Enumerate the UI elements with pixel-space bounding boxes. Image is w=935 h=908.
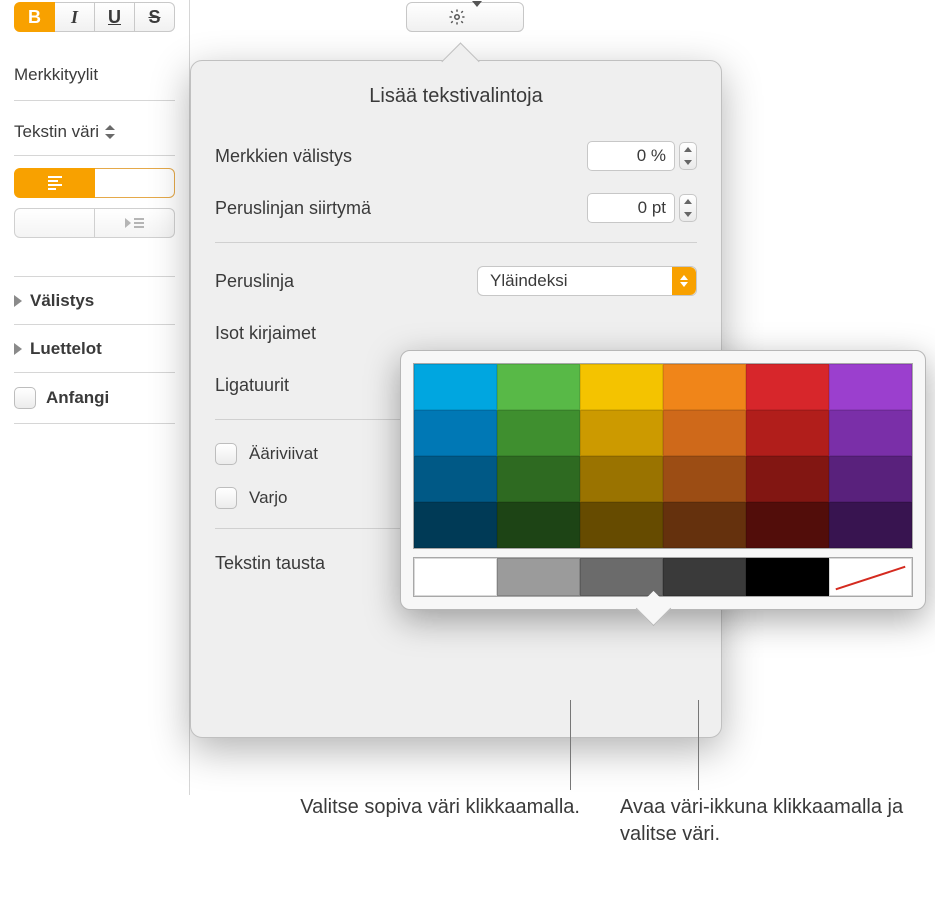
callout-right: Avaa väri-ikkuna klikkaamalla ja valitse… bbox=[620, 794, 920, 848]
underline-button[interactable]: U bbox=[95, 2, 135, 32]
character-spacing-row: Merkkien välistys 0 % bbox=[215, 130, 697, 182]
color-swatch[interactable] bbox=[746, 410, 829, 456]
color-swatch[interactable] bbox=[580, 410, 663, 456]
divider bbox=[14, 100, 175, 101]
shadow-checkbox[interactable] bbox=[215, 487, 237, 509]
callout-leader-line bbox=[698, 700, 699, 790]
color-swatch[interactable] bbox=[663, 558, 746, 596]
color-swatch[interactable] bbox=[829, 410, 912, 456]
updown-caret-icon bbox=[672, 267, 696, 295]
color-swatch[interactable] bbox=[497, 410, 580, 456]
ligatures-label: Ligatuurit bbox=[215, 375, 289, 396]
color-swatch[interactable] bbox=[746, 364, 829, 410]
color-swatch[interactable] bbox=[497, 558, 580, 596]
baseline-shift-field: 0 pt bbox=[587, 193, 697, 223]
alignment-segmented bbox=[14, 168, 175, 198]
outlines-checkbox[interactable] bbox=[215, 443, 237, 465]
color-swatch[interactable] bbox=[414, 410, 497, 456]
disclosure-triangle-icon bbox=[14, 343, 22, 355]
capitalization-label: Isot kirjaimet bbox=[215, 323, 316, 344]
baseline-shift-stepper[interactable] bbox=[679, 194, 697, 222]
text-background-label: Tekstin tausta bbox=[215, 553, 325, 574]
baseline-shift-input[interactable]: 0 pt bbox=[587, 193, 675, 223]
character-spacing-stepper[interactable] bbox=[679, 142, 697, 170]
align-left-icon bbox=[48, 176, 62, 190]
color-swatch[interactable] bbox=[746, 456, 829, 502]
color-swatch[interactable] bbox=[829, 502, 912, 548]
color-swatch[interactable] bbox=[580, 456, 663, 502]
color-grid bbox=[413, 363, 913, 549]
strikethrough-button[interactable]: S bbox=[135, 2, 175, 32]
spacing-label: Välistys bbox=[30, 291, 94, 311]
baseline-select[interactable]: Yläindeksi bbox=[477, 266, 697, 296]
underline-glyph: U bbox=[108, 7, 121, 28]
align-left-button[interactable] bbox=[14, 168, 95, 198]
text-color-row[interactable]: Tekstin väri bbox=[14, 113, 175, 151]
italic-glyph: I bbox=[71, 7, 78, 28]
text-color-label: Tekstin väri bbox=[14, 122, 99, 142]
dropcap-row: Anfangi bbox=[14, 372, 175, 424]
chevron-down-icon bbox=[472, 7, 482, 27]
color-swatch[interactable] bbox=[497, 456, 580, 502]
indent-icon bbox=[125, 218, 144, 228]
baseline-select-value: Yläindeksi bbox=[490, 271, 568, 291]
italic-button[interactable]: I bbox=[55, 2, 95, 32]
dropcap-label: Anfangi bbox=[46, 388, 109, 408]
character-styles-row[interactable]: Merkkityylit bbox=[14, 54, 175, 96]
character-spacing-label: Merkkien välistys bbox=[215, 146, 352, 167]
divider bbox=[14, 155, 175, 156]
format-sidebar: B I U S Merkkityylit Tekstin väri Välist… bbox=[0, 0, 190, 795]
indent-button[interactable] bbox=[95, 208, 175, 238]
gear-icon bbox=[448, 8, 466, 26]
color-swatch[interactable] bbox=[497, 364, 580, 410]
callout-left: Valitse sopiva väri klikkaamalla. bbox=[220, 794, 580, 821]
divider bbox=[215, 242, 697, 243]
no-color-swatch[interactable] bbox=[829, 558, 912, 596]
dropcap-checkbox[interactable] bbox=[14, 387, 36, 409]
callout-leader-line bbox=[570, 700, 571, 790]
color-swatch[interactable] bbox=[663, 410, 746, 456]
advanced-options-button[interactable] bbox=[406, 2, 524, 32]
baseline-row: Peruslinja Yläindeksi bbox=[215, 255, 697, 307]
align-center-button[interactable] bbox=[95, 168, 175, 198]
color-swatch[interactable] bbox=[414, 502, 497, 548]
color-palette-popover bbox=[400, 350, 926, 610]
outlines-label: Ääriviivat bbox=[249, 444, 318, 464]
color-swatch[interactable] bbox=[414, 456, 497, 502]
indent-segmented bbox=[14, 208, 175, 238]
color-swatch[interactable] bbox=[497, 502, 580, 548]
color-swatch[interactable] bbox=[663, 502, 746, 548]
updown-caret-icon bbox=[103, 125, 117, 139]
color-swatch[interactable] bbox=[829, 364, 912, 410]
baseline-shift-row: Peruslinjan siirtymä 0 pt bbox=[215, 182, 697, 234]
color-swatch[interactable] bbox=[746, 558, 829, 596]
spacing-disclosure[interactable]: Välistys bbox=[14, 276, 175, 324]
color-swatch[interactable] bbox=[414, 558, 497, 596]
outdent-button[interactable] bbox=[14, 208, 95, 238]
neutral-color-row bbox=[413, 557, 913, 597]
lists-label: Luettelot bbox=[30, 339, 102, 359]
color-swatch[interactable] bbox=[580, 502, 663, 548]
bold-button[interactable]: B bbox=[14, 2, 55, 32]
shadow-label: Varjo bbox=[249, 488, 287, 508]
character-styles-label: Merkkityylit bbox=[14, 65, 98, 85]
color-swatch[interactable] bbox=[414, 364, 497, 410]
color-swatch[interactable] bbox=[829, 456, 912, 502]
bold-glyph: B bbox=[28, 7, 41, 28]
baseline-label: Peruslinja bbox=[215, 271, 294, 292]
disclosure-triangle-icon bbox=[14, 295, 22, 307]
strike-glyph: S bbox=[148, 7, 160, 28]
color-swatch[interactable] bbox=[746, 502, 829, 548]
color-swatch[interactable] bbox=[580, 558, 663, 596]
color-swatch[interactable] bbox=[663, 364, 746, 410]
color-swatch[interactable] bbox=[663, 456, 746, 502]
baseline-shift-label: Peruslinjan siirtymä bbox=[215, 198, 371, 219]
popover-title: Lisää tekstivalintoja bbox=[215, 85, 697, 108]
character-spacing-field: 0 % bbox=[587, 141, 697, 171]
lists-disclosure[interactable]: Luettelot bbox=[14, 324, 175, 372]
character-spacing-input[interactable]: 0 % bbox=[587, 141, 675, 171]
color-swatch[interactable] bbox=[580, 364, 663, 410]
text-style-segmented: B I U S bbox=[14, 2, 175, 32]
